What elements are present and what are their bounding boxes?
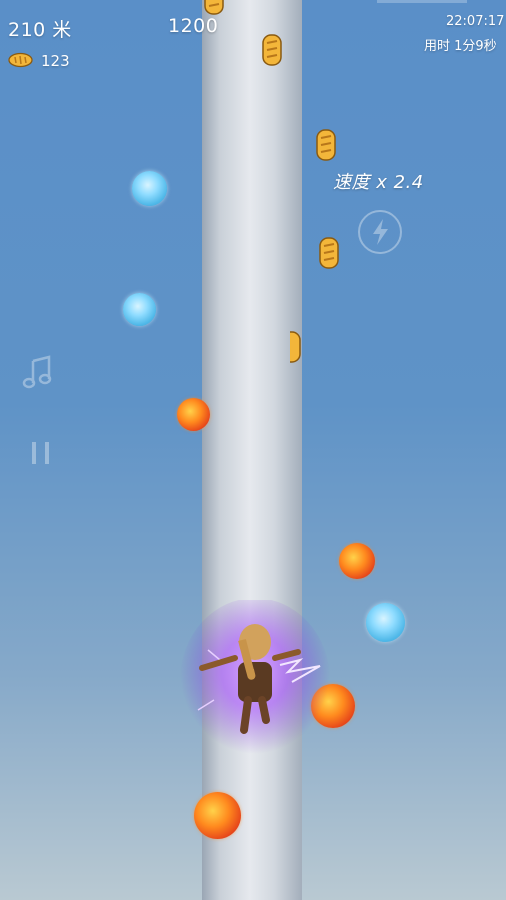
pause-icon[interactable] [30,440,52,466]
bread-count: 123 [41,52,70,70]
speed-multiplier-label: 速度 x 2.4 [333,172,424,193]
clock-label: 22:07:17 [446,14,505,29]
player-character [180,600,330,762]
ice-orb [123,293,156,326]
top-bar [377,0,467,3]
elapsed-time-label: 用时 1分9秒 [424,39,497,54]
fire-orb [339,543,375,579]
distance-label: 210 米 [8,19,72,41]
game-scene[interactable]: 210 米 1200 123 22:07:17 用时 1分9秒 速度 x 2.4 [0,0,506,900]
music-note-icon[interactable] [22,355,52,389]
bread-pickup [262,34,282,66]
ice-orb [366,603,405,642]
bread-pickup-partial [290,331,301,363]
bread-pickup [316,129,336,161]
fire-orb [194,792,241,839]
bread-pickup [319,237,339,269]
bread-icon [8,52,33,68]
lightning-bolt-icon[interactable] [357,209,403,255]
score-label: 1200 [168,15,219,37]
fire-orb [177,398,210,431]
bread-pickup [204,0,224,15]
ice-orb [132,171,167,206]
